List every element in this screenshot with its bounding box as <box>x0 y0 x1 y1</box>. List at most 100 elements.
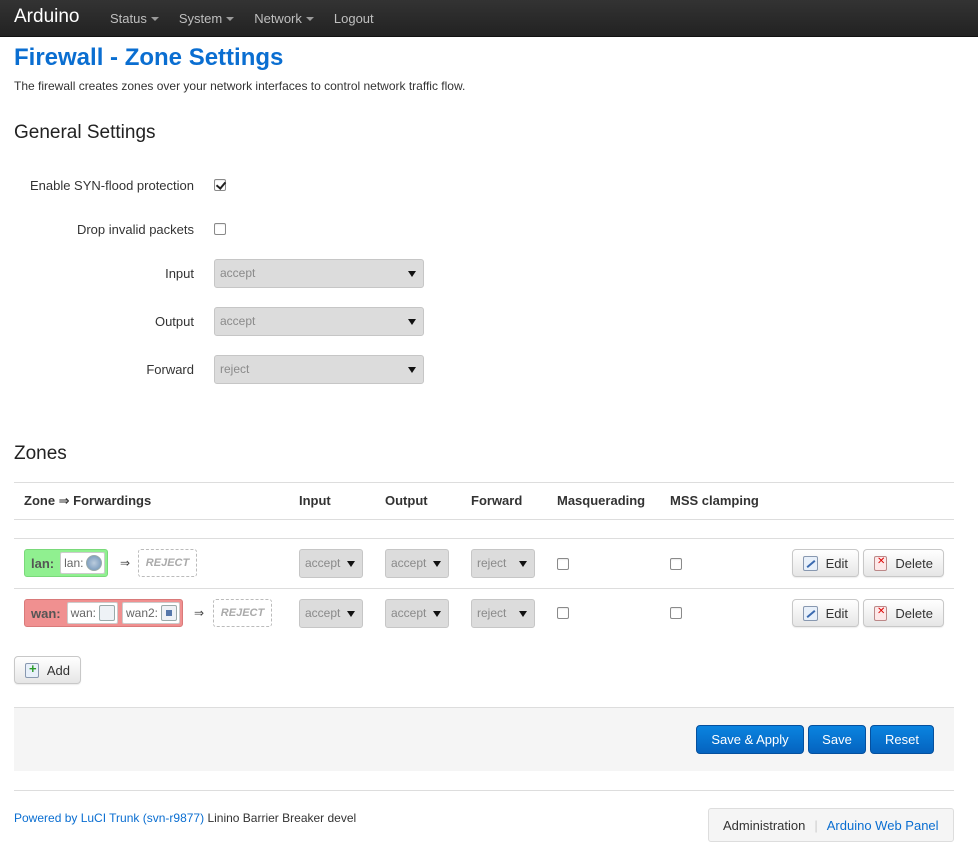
interface-label: lan: <box>64 556 84 570</box>
zone-mss-clamping-checkbox[interactable] <box>670 607 682 619</box>
forward-arrow: ⇒ <box>120 556 131 570</box>
forward-target-reject: REJECT <box>213 599 272 627</box>
luci-link[interactable]: Powered by LuCI Trunk (svn-r9877) <box>14 811 204 825</box>
dropdown-arrow-icon <box>433 561 441 567</box>
syn-flood-checkbox[interactable] <box>214 179 226 191</box>
zone-forward-select[interactable]: reject <box>471 599 535 628</box>
zone-name: lan: <box>31 555 55 571</box>
menu-status[interactable]: Status <box>100 0 169 37</box>
table-row-border <box>14 588 954 589</box>
footer-panel-switch: Administration | Arduino Web Panel <box>708 808 954 842</box>
dropdown-arrow-icon <box>519 611 527 617</box>
dropdown-arrow-icon <box>347 561 355 567</box>
table-row-border <box>14 538 954 539</box>
zone-forward-select[interactable]: reject <box>471 549 535 578</box>
zone-forward-value: reject <box>477 556 507 570</box>
dropdown-arrow-icon <box>519 561 527 567</box>
col-forward: Forward <box>471 493 523 508</box>
add-label: Add <box>46 662 70 678</box>
interface-tag: wan: <box>66 602 118 624</box>
dropdown-arrow-icon <box>408 367 416 373</box>
menu-system[interactable]: System <box>169 0 244 37</box>
output-policy-label: Output <box>154 314 194 329</box>
drop-invalid-label: Drop invalid packets <box>76 222 194 237</box>
zone-input-value: accept <box>305 556 341 570</box>
drop-invalid-checkbox[interactable] <box>214 223 226 235</box>
network-icon <box>161 605 178 621</box>
zones-heading: Zones <box>14 443 67 464</box>
zone-output-select[interactable]: accept <box>385 599 449 628</box>
col-mss-clamping: MSS clamping <box>670 493 759 508</box>
input-policy-label: Input <box>165 266 194 281</box>
edit-button[interactable]: Edit <box>792 599 859 627</box>
menu-logout[interactable]: Logout <box>324 0 384 37</box>
add-icon <box>25 661 39 678</box>
delete-label: Delete <box>895 605 933 621</box>
edit-icon <box>803 605 818 621</box>
reset-button[interactable]: Reset <box>870 725 934 754</box>
wireless-icon <box>86 555 103 571</box>
interface-label: wan: <box>70 606 96 620</box>
menu-network[interactable]: Network <box>244 0 324 37</box>
save-button[interactable]: Save <box>808 725 866 754</box>
zone-output-select[interactable]: accept <box>385 549 449 578</box>
delete-button[interactable]: Delete <box>863 599 944 627</box>
add-zone-button[interactable]: Add <box>14 656 81 684</box>
forward-policy-select[interactable]: reject <box>214 355 424 384</box>
zone-forward-value: reject <box>477 606 507 620</box>
delete-icon <box>874 605 888 621</box>
footer-separator: | <box>814 817 818 833</box>
administration-link[interactable]: Administration <box>723 818 805 833</box>
main-menu: Status System Network Logout <box>100 0 384 37</box>
delete-button[interactable]: Delete <box>863 549 944 577</box>
zone-input-select[interactable]: accept <box>299 549 363 578</box>
firmware-version: Linino Barrier Breaker devel <box>207 811 357 825</box>
menu-status-label: Status <box>110 11 147 26</box>
table-top-border <box>14 482 954 483</box>
save-apply-button[interactable]: Save & Apply <box>696 725 804 754</box>
menu-network-label: Network <box>254 11 302 26</box>
edit-label: Edit <box>825 555 848 571</box>
zone-name: wan: <box>31 605 61 621</box>
edit-button[interactable]: Edit <box>792 549 859 577</box>
zone-mss-clamping-checkbox[interactable] <box>670 558 682 570</box>
zone-output-value: accept <box>391 606 427 620</box>
interface-tag: lan: <box>60 552 106 574</box>
chevron-down-icon <box>150 17 159 21</box>
forward-target-reject: REJECT <box>138 549 197 577</box>
chevron-down-icon <box>226 17 235 21</box>
brand-logo[interactable]: Arduino <box>14 5 80 29</box>
syn-flood-label: Enable SYN-flood protection <box>29 178 194 193</box>
edit-icon <box>803 555 818 571</box>
input-policy-value: accept <box>220 266 256 280</box>
zone-input-select[interactable]: accept <box>299 599 363 628</box>
col-zone-forwardings: Zone ⇒ Forwardings <box>24 493 152 508</box>
dropdown-arrow-icon <box>347 611 355 617</box>
ethernet-icon <box>98 605 115 621</box>
menu-logout-label: Logout <box>333 11 374 26</box>
output-policy-select[interactable]: accept <box>214 307 424 336</box>
page-description: The firewall creates zones over your net… <box>14 79 466 93</box>
col-input: Input <box>299 493 331 508</box>
zone-badge-wan: wan: wan: wan2: <box>24 599 184 627</box>
page-title: Firewall - Zone Settings <box>14 44 284 71</box>
dropdown-arrow-icon <box>408 319 416 325</box>
edit-label: Edit <box>825 605 848 621</box>
forward-policy-label: Forward <box>146 362 194 377</box>
col-masquerading: Masquerading <box>557 493 646 508</box>
forward-arrow: ⇒ <box>194 606 205 620</box>
interface-tag: wan2: <box>121 602 181 624</box>
delete-label: Delete <box>895 555 933 571</box>
delete-icon <box>874 555 888 571</box>
footer-divider <box>14 790 954 791</box>
forward-policy-value: reject <box>220 362 250 376</box>
arduino-web-panel-link[interactable]: Arduino Web Panel <box>827 818 939 833</box>
zone-masquerading-checkbox[interactable] <box>557 607 569 619</box>
footer-credits: Powered by LuCI Trunk (svn-r9877) Linino… <box>14 810 356 826</box>
zone-output-value: accept <box>391 556 427 570</box>
col-output: Output <box>385 493 428 508</box>
input-policy-select[interactable]: accept <box>214 259 424 288</box>
output-policy-value: accept <box>220 314 256 328</box>
zone-masquerading-checkbox[interactable] <box>557 558 569 570</box>
chevron-down-icon <box>305 17 314 21</box>
